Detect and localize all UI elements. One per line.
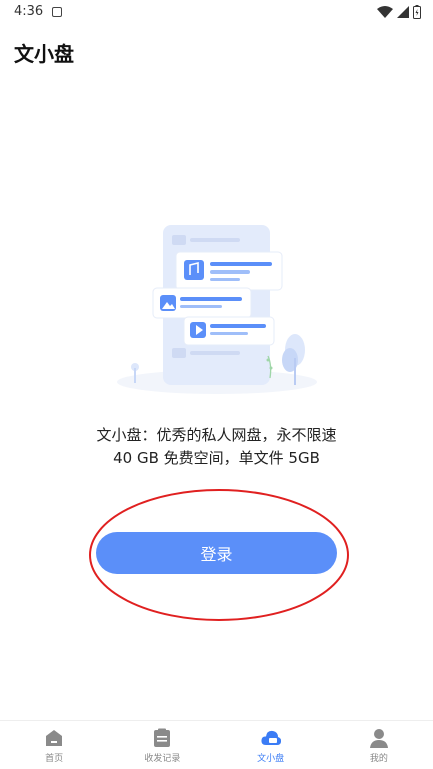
tagline-line-1: 文小盘：优秀的私人网盘，永不限速 [96,426,337,444]
notification-icon [52,7,62,17]
nav-label-profile: 我的 [369,754,388,764]
battery-icon [413,5,421,19]
tagline-line-2: 40 GB 免费空间，单文件 5GB [113,449,320,467]
login-button[interactable]: 登录 [96,532,337,574]
status-icons [377,5,421,19]
bottom-nav: 首页 收发记录 文小盘 我的 [0,720,433,769]
nav-item-transfer-records[interactable]: 收发记录 [108,721,216,769]
nav-item-profile[interactable]: 我的 [325,721,433,769]
clipboard-icon [154,728,171,747]
nav-item-wenxiaopan[interactable]: 文小盘 [217,721,325,769]
nav-label-home: 首页 [45,754,64,764]
page-title: 文小盘 [14,42,74,66]
home-icon [46,730,63,746]
status-time: 4:36 [14,4,44,19]
cloud-drive-icon [261,730,281,745]
signal-icon [397,6,409,18]
wifi-icon [377,6,393,18]
nav-label-transfer-records: 收发记录 [144,754,181,764]
status-bar: 4:36 [0,0,433,24]
profile-icon [369,729,388,748]
nav-label-wenxiaopan: 文小盘 [257,754,285,764]
cloud-drive-illustration [117,225,317,394]
tagline: 文小盘：优秀的私人网盘，永不限速 40 GB 免费空间，单文件 5GB [0,424,433,470]
nav-item-home[interactable]: 首页 [0,721,108,769]
